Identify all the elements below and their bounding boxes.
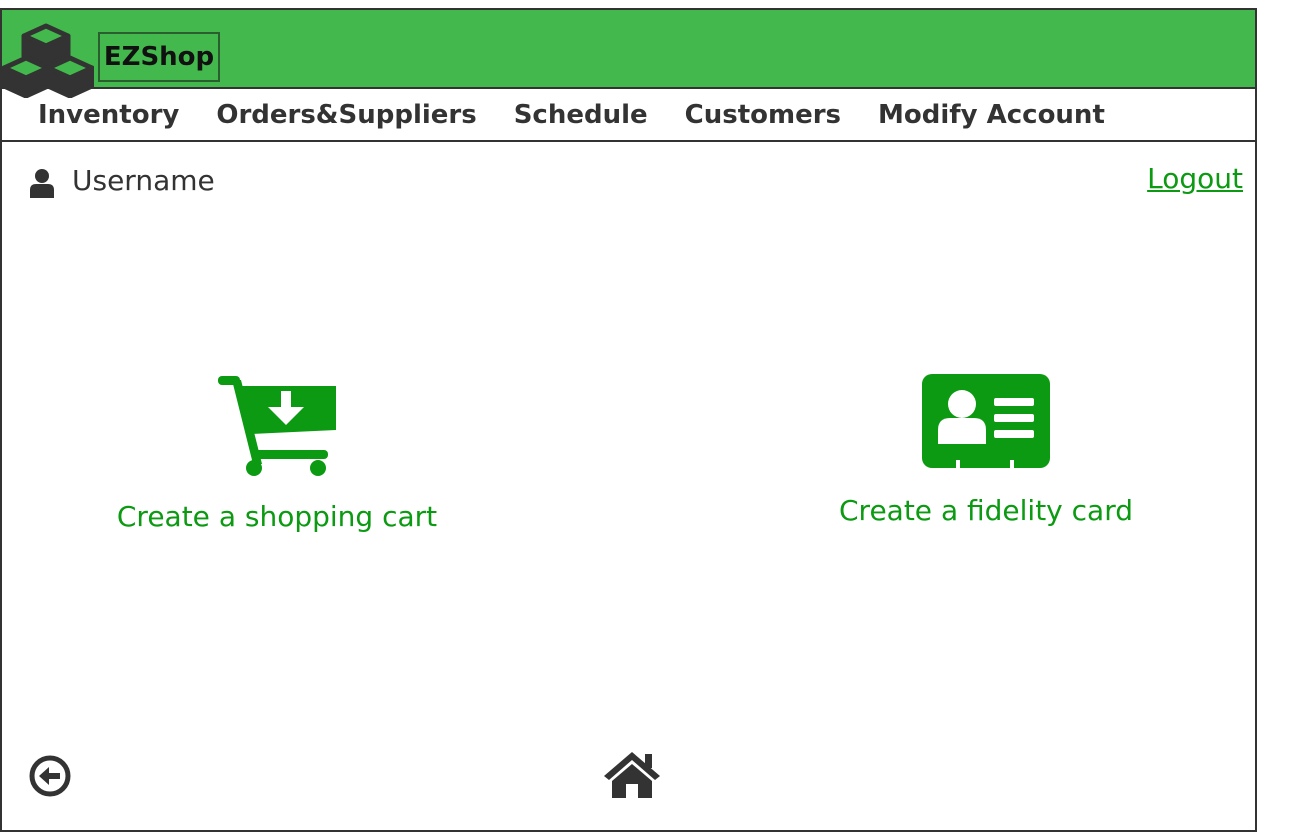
create-shopping-cart-label: Create a shopping cart xyxy=(116,500,438,533)
brand-name: EZShop xyxy=(98,32,220,82)
main-content: Username Logout Create a shopping cart C… xyxy=(0,142,1257,832)
nav-item-modify-account[interactable]: Modify Account xyxy=(878,100,1105,130)
create-fidelity-card-button[interactable]: Create a fidelity card xyxy=(836,374,1136,527)
app-header: EZShop xyxy=(0,8,1257,98)
nav-item-customers[interactable]: Customers xyxy=(685,100,841,130)
back-arrow-circle-icon[interactable] xyxy=(28,754,72,798)
username-label: Username xyxy=(72,164,215,197)
nav-item-inventory[interactable]: Inventory xyxy=(38,100,179,130)
home-icon[interactable] xyxy=(602,750,662,800)
id-card-icon xyxy=(922,374,1050,470)
main-nav: Inventory Orders&Suppliers Schedule Cust… xyxy=(0,89,1257,142)
create-shopping-cart-button[interactable]: Create a shopping cart xyxy=(117,374,437,533)
user-icon xyxy=(30,169,54,198)
cubes-icon xyxy=(2,23,94,98)
nav-item-orders-suppliers[interactable]: Orders&Suppliers xyxy=(216,100,476,130)
logout-link[interactable]: Logout xyxy=(1147,162,1243,195)
cart-download-icon xyxy=(218,376,336,476)
nav-item-schedule[interactable]: Schedule xyxy=(514,100,648,130)
create-fidelity-card-label: Create a fidelity card xyxy=(839,494,1133,527)
